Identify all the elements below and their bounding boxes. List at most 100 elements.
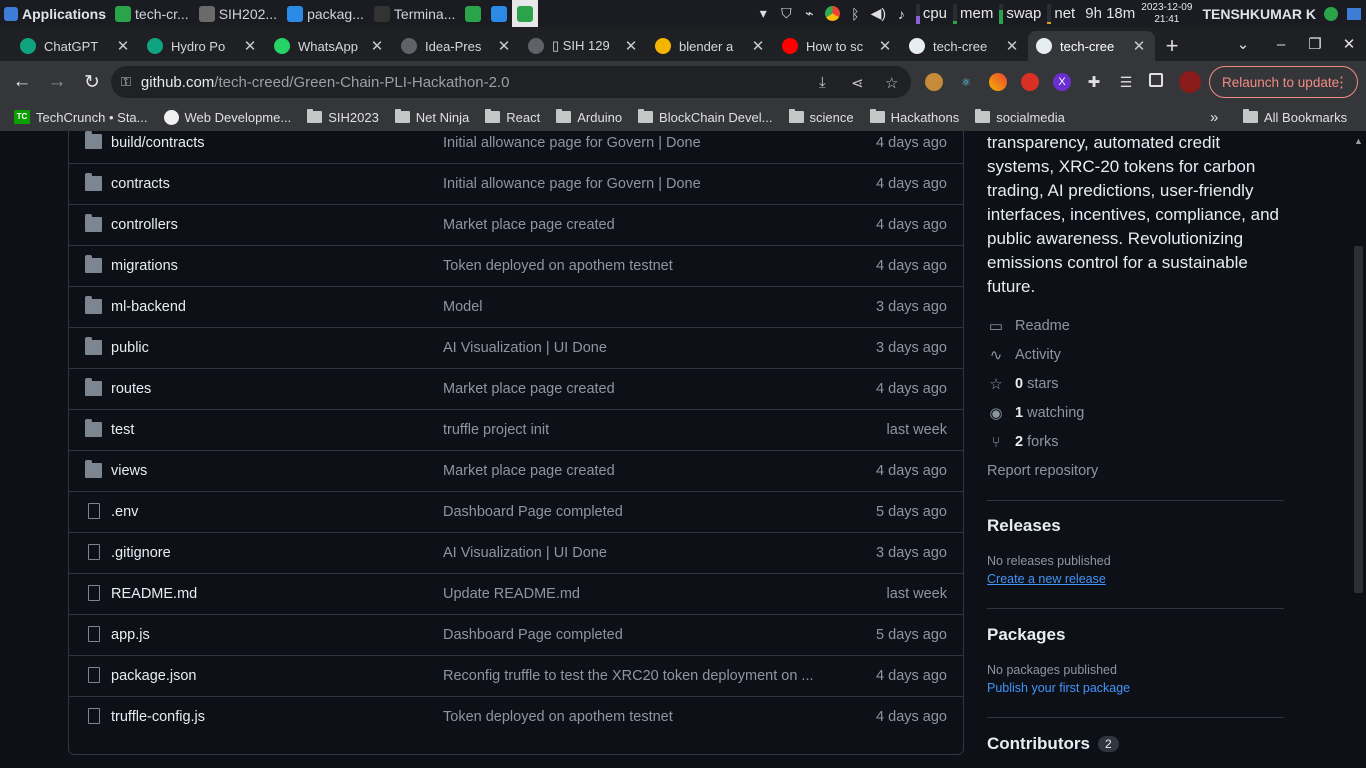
tab-search-icon[interactable]: ⌄ bbox=[1226, 35, 1260, 53]
applications-menu[interactable]: Applications bbox=[0, 0, 110, 27]
colorpicker-extension-icon[interactable] bbox=[989, 73, 1007, 91]
file-name-link[interactable]: .env bbox=[111, 504, 138, 520]
commit-message-link[interactable]: Update README.md bbox=[443, 586, 580, 602]
share-icon[interactable]: ⋖ bbox=[851, 74, 864, 92]
browser-tab[interactable]: ChatGPT ✕ bbox=[12, 31, 139, 61]
battery-remaining[interactable]: 9h 18m bbox=[1085, 5, 1135, 22]
bookmark-item[interactable]: React bbox=[477, 103, 548, 131]
close-tab-icon[interactable]: ✕ bbox=[1131, 37, 1147, 55]
x-extension-icon[interactable]: X bbox=[1053, 73, 1071, 91]
file-name-link[interactable]: public bbox=[111, 340, 149, 356]
commit-message-link[interactable]: Initial allowance page for Govern | Done bbox=[443, 135, 701, 151]
file-name-link[interactable]: truffle-config.js bbox=[111, 709, 205, 725]
react-devtools-icon[interactable]: ⚛ bbox=[957, 73, 975, 91]
file-name-link[interactable]: test bbox=[111, 422, 134, 438]
extensions-puzzle-icon[interactable]: ✚ bbox=[1085, 73, 1103, 91]
bookmark-item[interactable]: science bbox=[781, 103, 862, 131]
file-name-link[interactable]: routes bbox=[111, 381, 151, 397]
install-icon[interactable]: ⤓ bbox=[819, 74, 826, 91]
commit-message-link[interactable]: Reconfig truffle to test the XRC20 token… bbox=[443, 668, 814, 684]
commit-message-link[interactable]: Dashboard Page completed bbox=[443, 504, 623, 520]
close-tab-icon[interactable]: ✕ bbox=[750, 37, 766, 55]
commit-message-link[interactable]: Token deployed on apothem testnet bbox=[443, 258, 673, 274]
commit-message-link[interactable]: Market place page created bbox=[443, 381, 615, 397]
browser-tab[interactable]: How to sc ✕ bbox=[774, 31, 901, 61]
browser-tab[interactable]: ▯ SIH 129 ✕ bbox=[520, 31, 647, 61]
all-bookmarks-button[interactable]: All Bookmarks bbox=[1243, 103, 1347, 131]
create-release-link[interactable]: Create a new release bbox=[987, 572, 1106, 586]
close-tab-icon[interactable]: ✕ bbox=[623, 37, 639, 55]
bluetooth-icon[interactable]: ᛒ bbox=[847, 5, 864, 22]
browser-tab[interactable]: tech-cree ✕ bbox=[901, 31, 1028, 61]
browser-tab[interactable]: WhatsApp ✕ bbox=[266, 31, 393, 61]
commit-message-link[interactable]: Dashboard Page completed bbox=[443, 627, 623, 643]
side-panel-icon[interactable] bbox=[1149, 73, 1163, 87]
bookmark-item[interactable]: Hackathons bbox=[862, 103, 968, 131]
commit-message-link[interactable]: Market place page created bbox=[443, 217, 615, 233]
file-name-link[interactable]: controllers bbox=[111, 217, 178, 233]
bookmark-item[interactable]: socialmedia bbox=[967, 103, 1073, 131]
browser-tab[interactable]: blender a ✕ bbox=[647, 31, 774, 61]
file-name-link[interactable]: .gitignore bbox=[111, 545, 171, 561]
new-tab-button[interactable]: + bbox=[1155, 31, 1189, 61]
updates-icon[interactable] bbox=[1322, 5, 1339, 22]
bookmarks-overflow-icon[interactable]: » bbox=[1210, 103, 1218, 131]
relaunch-to-update-button[interactable]: Relaunch to update ⋮ bbox=[1209, 66, 1358, 98]
bookmark-item[interactable]: Arduino bbox=[548, 103, 630, 131]
bookmark-item[interactable]: Web Developme... bbox=[156, 103, 300, 131]
taskbar-window-button[interactable] bbox=[512, 0, 539, 27]
file-name-link[interactable]: build/contracts bbox=[111, 135, 205, 151]
commit-message-link[interactable]: Model bbox=[443, 299, 483, 315]
watching-link[interactable]: ◉ 1 watching bbox=[987, 402, 1084, 424]
bookmark-item[interactable]: SIH2023 bbox=[299, 103, 387, 131]
file-name-link[interactable]: migrations bbox=[111, 258, 178, 274]
user-name[interactable]: TENSHKUMAR K bbox=[1202, 6, 1316, 22]
taskbar-window-button[interactable] bbox=[460, 0, 486, 27]
report-repository-link[interactable]: Report repository bbox=[987, 460, 1098, 482]
close-tab-icon[interactable]: ✕ bbox=[496, 37, 512, 55]
browser-tab[interactable]: Idea-Pres ✕ bbox=[393, 31, 520, 61]
close-tab-icon[interactable]: ✕ bbox=[1004, 37, 1020, 55]
activity-link[interactable]: ∿ Activity bbox=[987, 344, 1061, 366]
address-bar[interactable]: ⚿ github.com/tech-creed/Green-Chain-PLI-… bbox=[111, 66, 911, 98]
profile-avatar[interactable] bbox=[1179, 71, 1201, 93]
notification-icon[interactable] bbox=[1345, 5, 1362, 22]
shield-icon[interactable]: ⛉ bbox=[778, 5, 795, 22]
commit-message-link[interactable]: Token deployed on apothem testnet bbox=[443, 709, 673, 725]
volume-icon[interactable]: ◀) bbox=[870, 5, 887, 22]
contributors-heading[interactable]: Contributors 2 bbox=[987, 734, 1119, 754]
reload-button[interactable]: ↻ bbox=[76, 66, 108, 98]
close-tab-icon[interactable]: ✕ bbox=[115, 37, 131, 55]
window-close-button[interactable]: ✕ bbox=[1332, 35, 1366, 53]
chrome-icon[interactable] bbox=[824, 5, 841, 22]
close-tab-icon[interactable]: ✕ bbox=[242, 37, 258, 55]
restore-button[interactable]: ❐ bbox=[1298, 35, 1332, 53]
clock[interactable]: 2023-12-09 21:41 bbox=[1141, 2, 1192, 26]
record-extension-icon[interactable] bbox=[1021, 73, 1039, 91]
back-button[interactable]: ← bbox=[6, 66, 38, 98]
reading-list-icon[interactable]: ☰ bbox=[1117, 73, 1135, 91]
bookmark-star-icon[interactable]: ☆ bbox=[885, 74, 898, 92]
close-tab-icon[interactable]: ✕ bbox=[877, 37, 893, 55]
commit-message-link[interactable]: AI Visualization | UI Done bbox=[443, 340, 607, 356]
minimize-button[interactable]: – bbox=[1264, 36, 1298, 53]
stars-link[interactable]: ☆ 0 stars bbox=[987, 373, 1058, 395]
browser-tab[interactable]: Hydro Po ✕ bbox=[139, 31, 266, 61]
file-name-link[interactable]: contracts bbox=[111, 176, 170, 192]
bookmark-item[interactable]: Net Ninja bbox=[387, 103, 477, 131]
cookie-extension-icon[interactable] bbox=[925, 73, 943, 91]
scroll-up-icon[interactable]: ▲ bbox=[1354, 136, 1363, 146]
scrollbar-thumb[interactable] bbox=[1354, 246, 1363, 593]
commit-message-link[interactable]: Initial allowance page for Govern | Done bbox=[443, 176, 701, 192]
close-tab-icon[interactable]: ✕ bbox=[369, 37, 385, 55]
taskbar-window-button[interactable]: packag... bbox=[282, 0, 369, 27]
more-menu-icon[interactable]: ⋮ bbox=[1334, 73, 1349, 91]
file-name-link[interactable]: README.md bbox=[111, 586, 197, 602]
taskbar-window-button[interactable]: tech-cr... bbox=[110, 0, 194, 27]
taskbar-window-button[interactable]: SIH202... bbox=[194, 0, 282, 27]
file-name-link[interactable]: ml-backend bbox=[111, 299, 186, 315]
releases-heading[interactable]: Releases bbox=[987, 516, 1061, 536]
commit-message-link[interactable]: truffle project init bbox=[443, 422, 549, 438]
packages-heading[interactable]: Packages bbox=[987, 625, 1065, 645]
forks-link[interactable]: ⑂ 2 forks bbox=[987, 431, 1058, 453]
